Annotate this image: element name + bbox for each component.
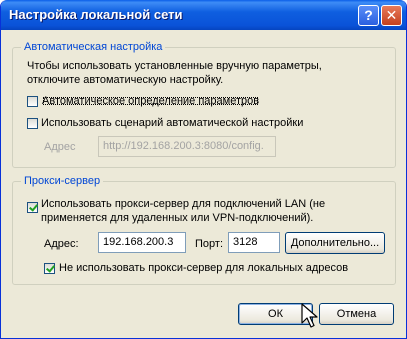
script-address-input[interactable]: http://192.168.200.3:8080/config. <box>98 136 276 157</box>
help-icon: ? <box>364 7 373 23</box>
title-bar[interactable]: Настройка локальной сети ? ✕ <box>1 0 406 30</box>
use-proxy-label-line1[interactable]: Использовать прокси-сервер для подключен… <box>41 198 325 210</box>
auto-config-legend: Автоматическая настройка <box>21 41 166 53</box>
auto-config-script-checkbox[interactable] <box>27 118 38 129</box>
lan-settings-dialog: Настройка локальной сети ? ✕ Автоматичес… <box>0 0 407 339</box>
mouse-pointer-icon <box>301 303 318 328</box>
cancel-button[interactable]: Отмена <box>319 303 394 325</box>
use-proxy-checkbox[interactable] <box>27 202 38 213</box>
proxy-address-input[interactable]: 192.168.200.3 <box>98 232 186 253</box>
close-button[interactable]: ✕ <box>381 5 402 26</box>
proxy-port-label: Порт: <box>195 238 223 250</box>
proxy-port-input[interactable]: 3128 <box>228 232 280 253</box>
use-proxy-label-line2[interactable]: применяется для удаленных или VPN-подклю… <box>41 212 313 224</box>
proxy-server-legend: Прокси-сервер <box>21 175 104 187</box>
script-address-label: Адрес <box>44 141 76 153</box>
proxy-address-label: Адрес: <box>44 238 79 250</box>
auto-config-script-label[interactable]: Использовать сценарий автоматической нас… <box>41 117 303 129</box>
window-title: Настройка локальной сети <box>9 7 183 22</box>
auto-config-description-line2: отключите автоматическую настройку. <box>27 74 224 86</box>
help-button[interactable]: ? <box>358 5 379 26</box>
auto-detect-label[interactable]: Автоматическое определение параметров <box>41 95 260 107</box>
auto-config-description-line1: Чтобы использовать установленные вручную… <box>27 60 322 72</box>
auto-detect-checkbox[interactable] <box>27 96 38 107</box>
bypass-local-checkbox[interactable] <box>44 263 55 274</box>
advanced-button[interactable]: Дополнительно... <box>285 232 385 254</box>
close-icon: ✕ <box>385 7 398 23</box>
bypass-local-label[interactable]: Не использовать прокси-сервер для локаль… <box>59 262 348 274</box>
